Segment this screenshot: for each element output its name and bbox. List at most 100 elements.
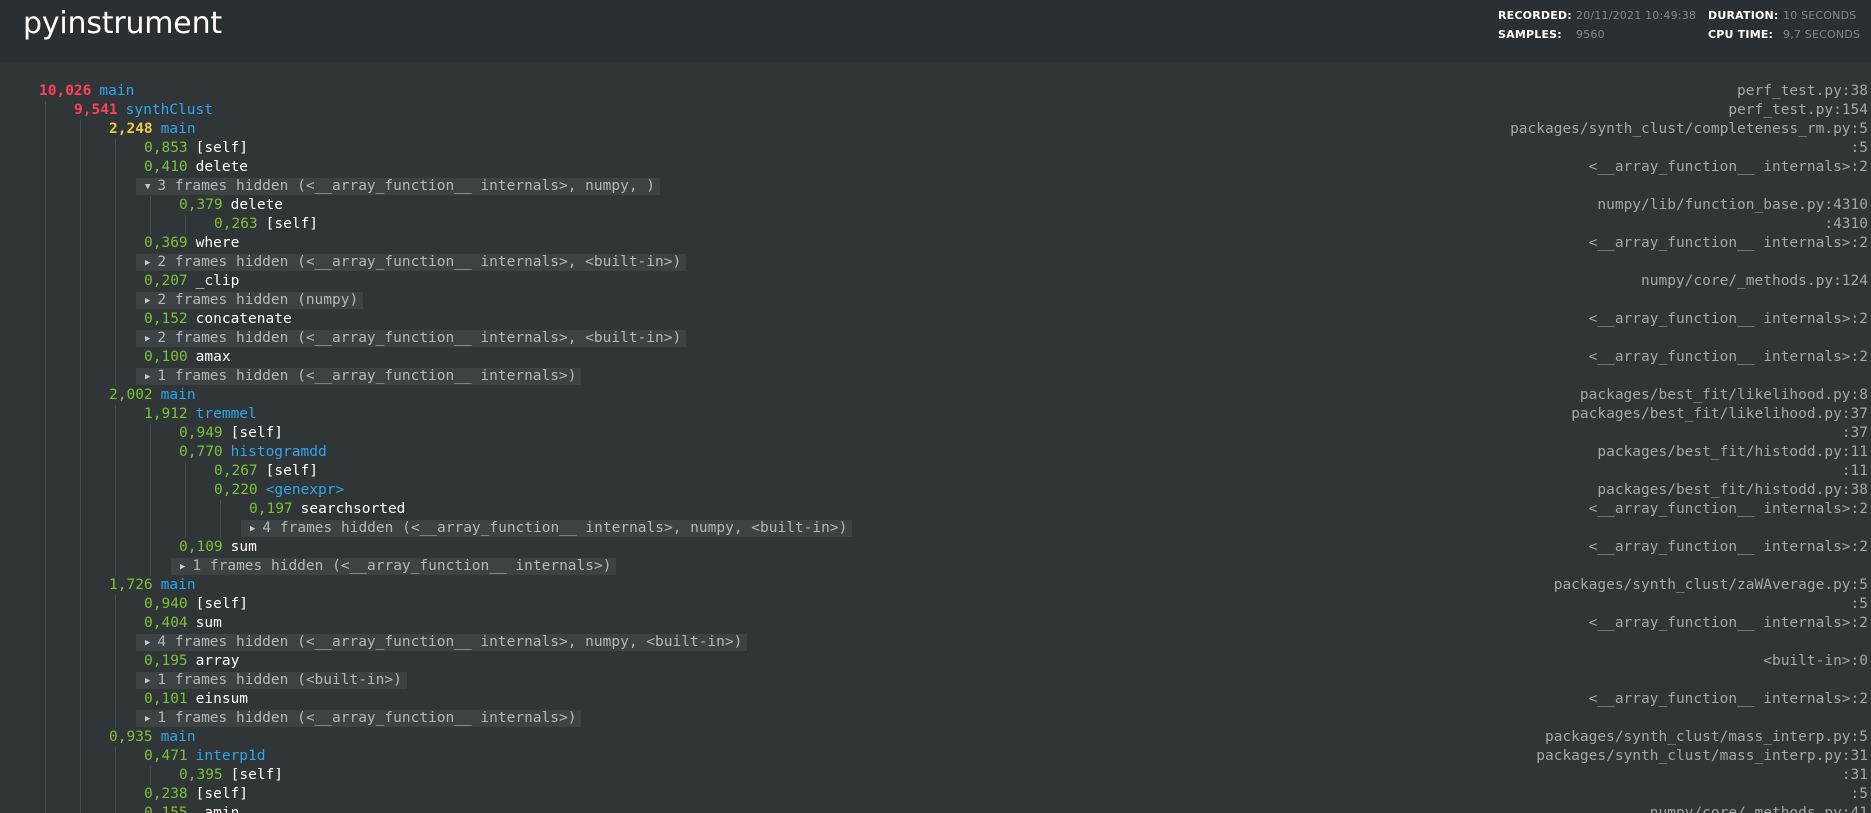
hidden-frames-toggle[interactable]: ▶ 1 frames hidden (<__array_function__ in… [136,710,582,728]
call-tree-row[interactable]: 1,726 main packages/synth_clust/zaWAverage… [0,576,1871,595]
hidden-frames-row[interactable]: ▼ 3 frames hidden (<__array_function__ in… [0,177,1871,196]
frame-location: <__array_function__ internals>:2 [1588,349,1868,365]
call-tree-row[interactable]: 0,207 _clip numpy/core/_methods.py:124 [0,272,1871,291]
frame-entry[interactable]: 10,026 main [39,82,134,101]
call-tree-row[interactable]: 0,935 main packages/synth_clust/mass_inter… [0,728,1871,747]
frame-entry[interactable]: 0,379 delete [179,196,283,215]
frame-entry[interactable]: 0,770 histogramdd [179,443,327,462]
call-tree-row[interactable]: 0,853 [self]:5 [0,139,1871,158]
hidden-frames-row[interactable]: ▶ 1 frames hidden (<__array_function__ in… [0,367,1871,386]
call-tree-row[interactable]: 0,152 concatenate <__array_function__ inte… [0,310,1871,329]
caret-right-icon[interactable]: ▶ [145,255,150,272]
frame-entry[interactable]: 0,410 delete [144,158,248,177]
call-tree-row[interactable]: 0,410 delete <__array_function__ internals… [0,158,1871,177]
hidden-frames-toggle[interactable]: ▼ 3 frames hidden (<__array_function__ in… [136,178,661,196]
hidden-frames-row[interactable]: ▶ 2 frames hidden (<__array_function__ in… [0,253,1871,272]
hidden-frames-row[interactable]: ▶ 4 frames hidden (<__array_function__ in… [0,633,1871,652]
hidden-frames-toggle[interactable]: ▶ 4 frames hidden (<__array_function__ in… [241,520,853,538]
hidden-frames-toggle[interactable]: ▶ 1 frames hidden (<__array_function__ in… [136,368,582,386]
frame-entry[interactable]: 0,404 sum [144,614,222,633]
frame-entry[interactable]: 0,100 amax [144,348,231,367]
hidden-frames-toggle[interactable]: ▶ 2 frames hidden (<__array_function__ in… [136,330,687,348]
frame-entry[interactable]: 0,395 [self] [179,766,283,785]
frame-entry[interactable]: 0,195 array [144,652,239,671]
call-tree-row[interactable]: 0,770 histogramdd packages/best_fit/histod… [0,443,1871,462]
indent-guide [150,196,151,215]
indent-guide [115,557,116,576]
hidden-frames-row[interactable]: ▶ 2 frames hidden (numpy) [0,291,1871,310]
frame-entry[interactable]: 2,002 main [109,386,196,405]
frame-entry[interactable]: 0,263 [self] [214,215,318,234]
frame-entry[interactable]: 0,369 where [144,234,239,253]
call-tree-row[interactable]: 0,379 delete numpy/lib/function_base.py:43… [0,196,1871,215]
frame-entry[interactable]: 9,541 synthClust [74,101,213,120]
frame-time: 0,369 [144,235,188,251]
frame-entry[interactable]: 2,248 main [109,120,196,139]
call-tree-row[interactable]: 9,541 synthClust perf_test.py:154 [0,101,1871,120]
frame-entry[interactable]: 1,726 main [109,576,196,595]
frame-entry[interactable]: 0,155 _amin [144,804,239,813]
call-tree-row[interactable]: 0,949 [self]:37 [0,424,1871,443]
hidden-frames-label: 3 frames hidden (<__array_function__ int… [157,178,656,194]
hidden-frames-toggle[interactable]: ▶ 1 frames hidden (<built-in>) [136,672,407,689]
frame-location: packages/best_fit/likelihood.py:37 [1571,406,1868,422]
call-tree-row[interactable]: 0,100 amax <__array_function__ internals>:… [0,348,1871,367]
caret-right-icon[interactable]: ▶ [145,673,150,690]
call-tree-row[interactable]: 0,940 [self]:5 [0,595,1871,614]
caret-right-icon[interactable]: ▶ [145,711,150,728]
frame-entry[interactable]: 0,853 [self] [144,139,248,158]
call-tree-row[interactable]: 0,109 sum <__array_function__ internals>:2 [0,538,1871,557]
call-tree-row[interactable]: 2,248 main packages/synth_clust/completene… [0,120,1871,139]
caret-down-icon[interactable]: ▼ [145,179,150,196]
frame-time: 0,395 [179,767,223,783]
hidden-frames-row[interactable]: ▶ 4 frames hidden (<__array_function__ in… [0,519,1871,538]
indent-guide [80,120,81,139]
call-tree-row[interactable]: 0,238 [self]:5 [0,785,1871,804]
caret-right-icon[interactable]: ▶ [180,559,185,576]
frame-entry[interactable]: 0,471 interp1d [144,747,266,766]
call-tree-row[interactable]: 0,101 einsum <__array_function__ internals… [0,690,1871,709]
frame-entry[interactable]: 0,949 [self] [179,424,283,443]
frame-entry[interactable]: 0,267 [self] [214,462,318,481]
hidden-frames-toggle[interactable]: ▶ 2 frames hidden (numpy) [136,292,364,310]
frame-entry[interactable]: 0,238 [self] [144,785,248,804]
call-tree-row[interactable]: 10,026 main perf_test.py:38 [0,82,1871,101]
frame-entry[interactable]: 0,220 <genexpr> [214,481,344,500]
frame-entry[interactable]: 0,152 concatenate [144,310,292,329]
indent-guide [150,766,151,785]
frame-function-name: main [160,577,196,593]
call-tree-row[interactable]: 0,369 where <__array_function__ internals>… [0,234,1871,253]
call-tree-row[interactable]: 2,002 main packages/best_fit/likelihood.py… [0,386,1871,405]
frame-entry[interactable]: 0,940 [self] [144,595,248,614]
hidden-frames-row[interactable]: ▶ 2 frames hidden (<__array_function__ in… [0,329,1871,348]
caret-right-icon[interactable]: ▶ [250,521,255,538]
frame-entry[interactable]: 1,912 tremmel [144,405,257,424]
call-tree-row[interactable]: 1,912 tremmel packages/best_fit/likelihood… [0,405,1871,424]
hidden-frames-toggle[interactable]: ▶ 1 frames hidden (<__array_function__ in… [171,558,617,576]
frame-entry[interactable]: 0,109 sum [179,538,257,557]
caret-right-icon[interactable]: ▶ [145,331,150,348]
caret-right-icon[interactable]: ▶ [145,369,150,386]
frame-entry[interactable]: 0,935 main [109,728,196,747]
frame-entry[interactable]: 0,101 einsum [144,690,248,709]
caret-right-icon[interactable]: ▶ [145,635,150,652]
indent-guide [80,519,81,538]
frame-location: numpy/lib/function_base.py:4310 [1597,197,1868,213]
frame-entry[interactable]: 0,197 searchsorted [249,500,405,519]
call-tree-row[interactable]: 0,155 _amin numpy/core/_methods.py:41 [0,804,1871,813]
hidden-frames-row[interactable]: ▶ 1 frames hidden (<built-in>) [0,671,1871,690]
call-tree-row[interactable]: 0,195 array <built-in>:0 [0,652,1871,671]
hidden-frames-toggle[interactable]: ▶ 2 frames hidden (<__array_function__ in… [136,254,687,272]
call-tree-row[interactable]: 0,471 interp1d packages/synth_clust/mass_i… [0,747,1871,766]
call-tree-row[interactable]: 0,263 [self]:4310 [0,215,1871,234]
hidden-frames-toggle[interactable]: ▶ 4 frames hidden (<__array_function__ in… [136,634,748,652]
call-tree-row[interactable]: 0,220 <genexpr> packages/best_fit/histodd.… [0,481,1871,500]
call-tree-row[interactable]: 0,267 [self]:11 [0,462,1871,481]
frame-entry[interactable]: 0,207 _clip [144,272,239,291]
hidden-frames-row[interactable]: ▶ 1 frames hidden (<__array_function__ in… [0,557,1871,576]
hidden-frames-row[interactable]: ▶ 1 frames hidden (<__array_function__ in… [0,709,1871,728]
call-tree-row[interactable]: 0,395 [self]:31 [0,766,1871,785]
call-tree-row[interactable]: 0,197 searchsorted <__array_function__ int… [0,500,1871,519]
caret-right-icon[interactable]: ▶ [145,293,150,310]
call-tree-row[interactable]: 0,404 sum <__array_function__ internals>:2 [0,614,1871,633]
